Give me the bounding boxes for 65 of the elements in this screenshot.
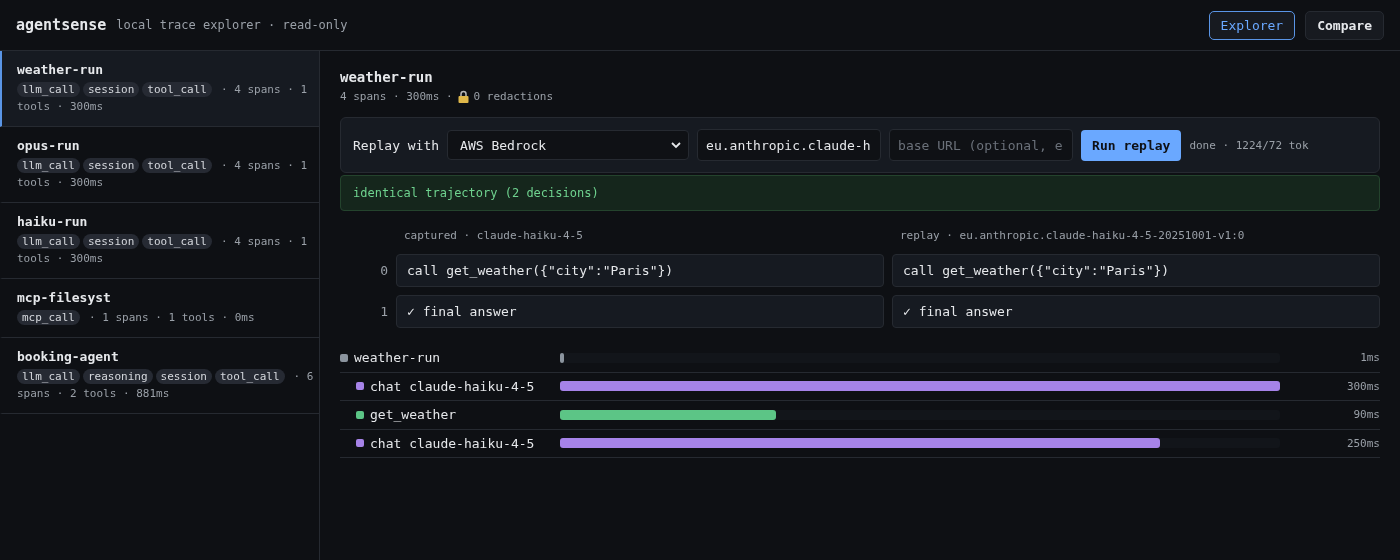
span-name: chat claude-haiku-4-5	[370, 378, 535, 394]
replay-status: done · 1224/72 tok	[1189, 138, 1309, 152]
captured-step: ✓ final answer	[396, 295, 884, 328]
captured-step: call get_weather({"city":"Paris"})	[396, 254, 884, 287]
lock-icon	[457, 90, 469, 103]
span-duration: 300ms	[1345, 379, 1380, 393]
span-duration: 1ms	[1359, 351, 1380, 365]
trace-title: weather-run	[340, 69, 434, 85]
trace-meta: · 1 spans · 1 tools · 0ms	[89, 311, 255, 324]
trace-list-item[interactable]: haiku-run llm_call session tool_call · 4 spans · 1 tools · 300ms	[0, 203, 319, 279]
span-duration: 250ms	[1345, 436, 1380, 450]
replay-step: ✓ final answer	[892, 295, 1380, 328]
view-tab[interactable]: Compare	[1305, 10, 1384, 40]
tag-chip: tool_call	[214, 369, 285, 384]
chevron-down-icon	[670, 139, 683, 151]
tag-chip: tool_call	[142, 234, 212, 249]
redaction-count: 0 redactions	[473, 90, 554, 103]
trace-name: weather-run	[17, 62, 105, 77]
span-name: get_weather	[370, 407, 457, 423]
tag-chip: llm_call	[17, 234, 80, 249]
trace-list-item[interactable]: booking-agent llm_call reasoning session tool_call · 6 spans · 2 tools · 881ms	[0, 338, 319, 414]
tag-chip: session	[83, 82, 140, 97]
span-name: weather-run	[354, 350, 441, 366]
trace-stats: 4 spans · 300ms ·	[340, 90, 453, 103]
step-index: 0	[379, 263, 388, 278]
trace-meta: · 6	[293, 370, 314, 383]
model-field[interactable]: eu.anthropic.claude-h	[697, 129, 882, 161]
trace-list-item[interactable]: weather-run llm_call session tool_call · 4 spans · 1 tools · 300ms	[0, 51, 319, 127]
tag-chip: llm_call	[17, 158, 80, 173]
trace-name: opus-run	[17, 138, 81, 153]
span-duration: 90ms	[1352, 408, 1380, 422]
trace-name: booking-agent	[17, 349, 120, 364]
view-tab[interactable]: Explorer	[1208, 10, 1296, 40]
tag-chip: llm_call	[17, 82, 80, 97]
tag-chip: session	[155, 369, 212, 384]
span-name: chat claude-haiku-4-5	[370, 435, 535, 451]
tag-chip: llm_call	[17, 369, 80, 384]
trace-meta: · 4 spans · 1	[220, 159, 308, 172]
replay-step: call get_weather({"city":"Paris"})	[892, 254, 1380, 287]
tag-chip: session	[83, 234, 140, 249]
result-banner: identical trajectory (2 decisions)	[340, 175, 1380, 211]
trace-meta: · 4 spans · 1	[220, 83, 308, 96]
trace-list-item[interactable]: opus-run llm_call session tool_call · 4 spans · 1 tools · 300ms	[0, 127, 319, 203]
trace-meta: tools · 300ms	[17, 99, 105, 115]
trace-meta: · 4 spans · 1	[220, 235, 308, 248]
base-url-field[interactable]: base URL (optional, e	[889, 129, 1074, 161]
column-heading: captured · claude-haiku-4-5	[403, 229, 584, 242]
app-subtitle: local trace explorer · read-only	[116, 18, 349, 32]
trace-list-item[interactable]: mcp-filesyst mcp_call · 1 spans · 1 tools · 0ms	[0, 279, 319, 338]
tag-chip: reasoning	[83, 369, 153, 384]
run-replay-button[interactable]: Run replay	[1081, 129, 1182, 161]
step-index: 1	[379, 304, 388, 319]
trace-name: mcp-filesyst	[17, 290, 112, 305]
replay-label: Replay with	[353, 137, 440, 153]
app-title: agentsense	[16, 16, 107, 34]
tag-chip: session	[83, 158, 140, 173]
tag-chip: tool_call	[142, 158, 212, 173]
tag-chip: tool_call	[142, 82, 212, 97]
tag-chip: mcp_call	[17, 310, 80, 325]
provider-select[interactable]: AWS Bedrock	[447, 130, 690, 160]
column-heading: replay · eu.anthropic.claude-haiku-4-5-20251001-v1:0	[899, 229, 1246, 242]
trace-meta: spans · 2 tools · 881ms	[17, 386, 171, 402]
trace-name: haiku-run	[17, 214, 89, 229]
trace-meta: tools · 300ms	[17, 251, 105, 267]
trace-meta: tools · 300ms	[17, 175, 105, 191]
